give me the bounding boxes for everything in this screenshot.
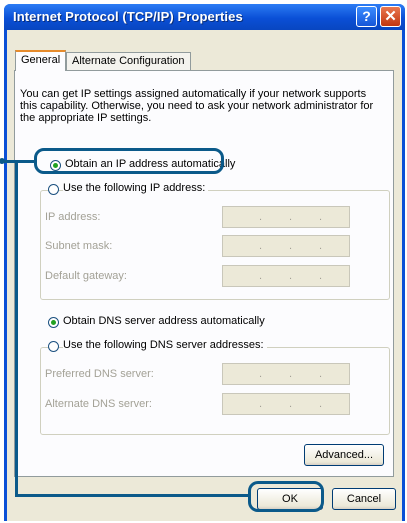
- window-title: Internet Protocol (TCP/IP) Properties: [13, 9, 243, 24]
- title-bar[interactable]: Internet Protocol (TCP/IP) Properties ? …: [4, 4, 405, 30]
- use-following-dns-radio[interactable]: [48, 341, 59, 352]
- use-following-ip-radio[interactable]: [48, 184, 59, 195]
- obtain-dns-auto-radio[interactable]: [48, 317, 59, 328]
- intro-text: You can get IP settings assigned automat…: [20, 88, 374, 124]
- tab-general[interactable]: General: [15, 50, 67, 71]
- alternate-dns-field: ...: [222, 393, 350, 415]
- ip-address-field: ...: [222, 206, 350, 228]
- cancel-button[interactable]: Cancel: [332, 488, 396, 510]
- subnet-mask-label: Subnet mask:: [45, 240, 113, 252]
- callout-leader-vertical: [15, 160, 18, 495]
- obtain-ip-auto-radio[interactable]: [50, 160, 61, 171]
- alternate-dns-label: Alternate DNS server:: [45, 398, 152, 410]
- preferred-dns-field: ...: [222, 363, 350, 385]
- advanced-button[interactable]: Advanced...: [304, 444, 384, 466]
- tab-alternate-configuration[interactable]: Alternate Configuration: [66, 52, 191, 70]
- ip-address-label: IP address:: [45, 211, 101, 223]
- ok-button[interactable]: OK: [257, 488, 323, 510]
- default-gateway-field: ...: [222, 265, 350, 287]
- obtain-dns-auto-label[interactable]: Obtain DNS server address automatically: [63, 315, 265, 327]
- callout-leader-bottom: [15, 494, 250, 497]
- use-following-ip-label[interactable]: Use the following IP address:: [63, 182, 209, 194]
- close-button[interactable]: ✕: [380, 6, 401, 27]
- dialog-client-area: General Alternate Configuration You can …: [7, 30, 402, 521]
- obtain-ip-auto-label[interactable]: Obtain an IP address automatically: [65, 158, 235, 170]
- preferred-dns-label: Preferred DNS server:: [45, 368, 154, 380]
- use-following-dns-label[interactable]: Use the following DNS server addresses:: [63, 339, 267, 351]
- default-gateway-label: Default gateway:: [45, 270, 127, 282]
- help-button[interactable]: ?: [356, 6, 377, 27]
- dns-server-group: [40, 347, 390, 435]
- dialog-window: Internet Protocol (TCP/IP) Properties ? …: [4, 4, 405, 521]
- subnet-mask-field: ...: [222, 235, 350, 257]
